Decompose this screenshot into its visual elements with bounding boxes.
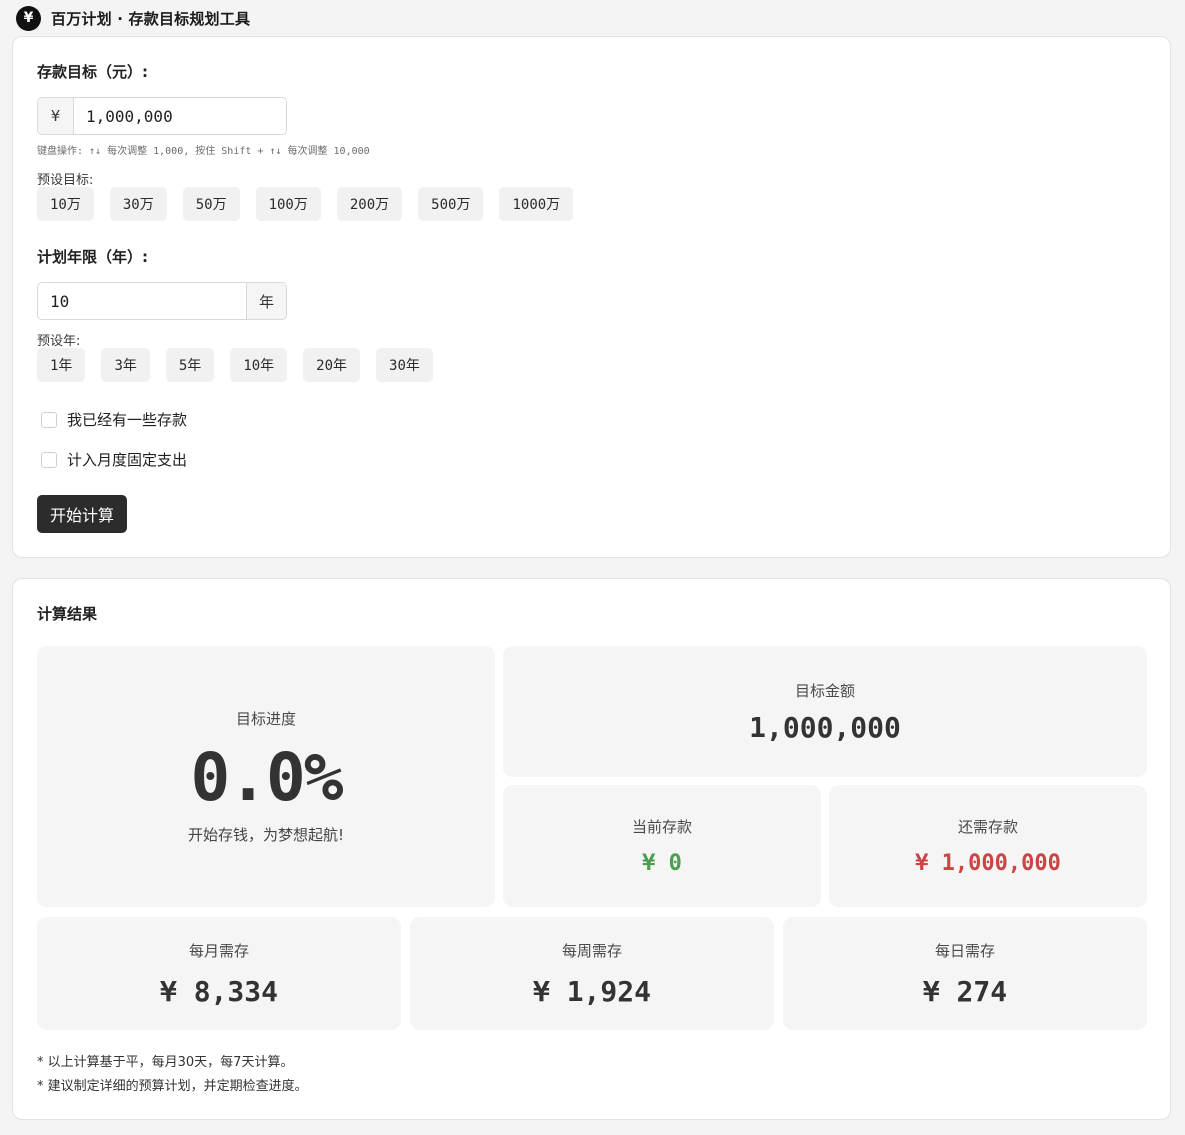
- note-line: * 以上计算基于平，每月30天，每7天计算。: [37, 1055, 294, 1070]
- existing-savings-label: 我已经有一些存款: [67, 411, 188, 429]
- fixed-expense-option[interactable]: 计入月度固定支出: [41, 449, 187, 470]
- fixed-expense-label: 计入月度固定支出: [67, 451, 188, 469]
- years-unit-suffix: 年: [246, 283, 286, 319]
- monthly-savings-label: 每月需存: [188, 941, 249, 960]
- preset-goal-500k[interactable]: 50万: [182, 187, 240, 221]
- preset-years-1[interactable]: 1年: [37, 348, 86, 382]
- daily-savings-label: 每日需存: [934, 941, 995, 960]
- years-input-group: 年: [37, 282, 287, 320]
- progress-value: 0.0%: [190, 739, 344, 816]
- progress-panel: 目标进度 0.0% 开始存钱，为梦想起航!: [37, 646, 495, 907]
- app-title: 百万计划 · 存款目标规划工具: [51, 9, 251, 28]
- preset-years-3[interactable]: 3年: [101, 348, 150, 382]
- remaining-savings-panel: 还需存款 ¥ 1,000,000: [829, 785, 1147, 907]
- preset-goal-300k[interactable]: 30万: [109, 187, 167, 221]
- yen-logo-icon: ¥: [16, 5, 41, 31]
- years-input[interactable]: [38, 283, 246, 319]
- preset-years-20[interactable]: 20年: [303, 348, 361, 382]
- monthly-savings-value: ¥ 8,334: [159, 974, 278, 1008]
- years-preset-label: 预设年:: [37, 334, 81, 349]
- progress-label: 目标进度: [235, 710, 296, 728]
- current-savings-panel: 当前存款 ¥ 0: [503, 785, 821, 907]
- keyboard-hint: 键盘操作: ↑↓ 每次调整 1,000, 按住 Shift + ↑↓ 每次调整 …: [37, 146, 370, 157]
- remaining-savings-label: 还需存款: [957, 818, 1018, 836]
- currency-prefix: ¥: [38, 98, 74, 134]
- remaining-savings-value: ¥ 1,000,000: [915, 851, 1061, 876]
- preset-goal-2m[interactable]: 200万: [336, 187, 403, 221]
- input-card: 存款目标（元）: ¥ 键盘操作: ↑↓ 每次调整 1,000, 按住 Shift…: [12, 36, 1171, 558]
- current-savings-value: ¥ 0: [642, 851, 682, 876]
- target-amount-panel: 目标金额 1,000,000: [503, 646, 1147, 777]
- target-amount-label: 目标金额: [794, 681, 855, 700]
- preset-goal-1m[interactable]: 100万: [255, 187, 321, 221]
- weekly-savings-panel: 每周需存 ¥ 1,924: [410, 917, 774, 1030]
- monthly-savings-panel: 每月需存 ¥ 8,334: [37, 917, 401, 1030]
- daily-savings-value: ¥ 274: [922, 974, 1008, 1008]
- years-preset-list: 1年 3年 5年 10年 20年 30年: [37, 348, 433, 382]
- goal-preset-label: 预设目标:: [37, 173, 94, 188]
- calculation-notes: * 以上计算基于平，每月30天，每7天计算。 * 建议制定详细的预算计划，并定期…: [37, 1051, 308, 1099]
- goal-amount-input[interactable]: [74, 98, 286, 134]
- result-card: 计算结果 目标进度 0.0% 开始存钱，为梦想起航! 目标金额 1,000,00…: [12, 578, 1171, 1120]
- goal-preset-list: 10万 30万 50万 100万 200万 500万 1000万: [37, 187, 574, 221]
- progress-message: 开始存钱，为梦想起航!: [187, 826, 344, 844]
- results-title: 计算结果: [37, 605, 98, 623]
- existing-savings-option[interactable]: 我已经有一些存款: [41, 409, 187, 430]
- app-header: ¥ 百万计划 · 存款目标规划工具: [16, 5, 251, 31]
- preset-goal-100k[interactable]: 10万: [37, 187, 94, 221]
- target-amount-value: 1,000,000: [749, 710, 901, 744]
- preset-years-5[interactable]: 5年: [165, 348, 215, 382]
- preset-goal-5m[interactable]: 500万: [418, 187, 484, 221]
- note-line: * 建议制定详细的预算计划，并定期检查进度。: [37, 1079, 308, 1094]
- weekly-savings-label: 每周需存: [561, 941, 622, 960]
- existing-savings-checkbox[interactable]: [41, 411, 57, 428]
- calculate-button[interactable]: 开始计算: [37, 495, 127, 533]
- fixed-expense-checkbox[interactable]: [41, 451, 57, 468]
- goal-input-group: ¥: [37, 97, 287, 135]
- daily-savings-panel: 每日需存 ¥ 274: [783, 917, 1147, 1030]
- preset-years-30[interactable]: 30年: [376, 348, 433, 382]
- goal-label: 存款目标（元）:: [37, 63, 148, 81]
- preset-years-10[interactable]: 10年: [230, 348, 288, 382]
- years-label: 计划年限（年）:: [37, 248, 148, 266]
- current-savings-label: 当前存款: [631, 818, 692, 836]
- preset-goal-10m[interactable]: 1000万: [499, 187, 574, 221]
- weekly-savings-value: ¥ 1,924: [532, 974, 651, 1008]
